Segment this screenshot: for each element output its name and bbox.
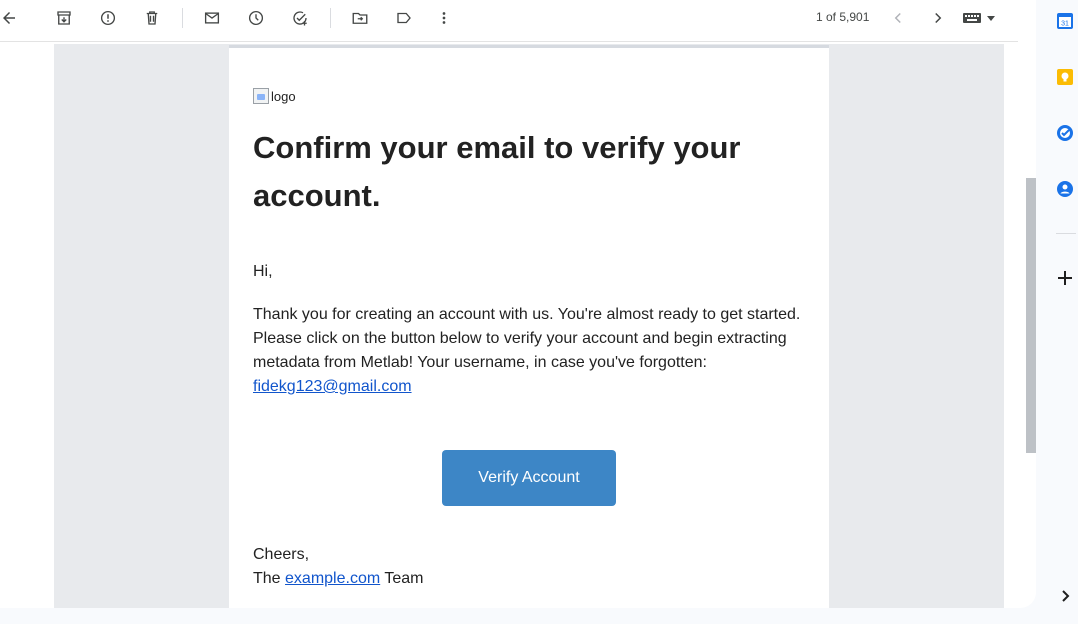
- calendar-day: 31: [1061, 21, 1069, 28]
- email-signoff: Cheers, The example.com Team: [253, 543, 423, 591]
- side-panel-divider: [1056, 233, 1076, 234]
- contacts-icon[interactable]: [1056, 180, 1074, 198]
- team-suffix: Team: [384, 570, 424, 587]
- more-vert-icon[interactable]: [431, 5, 457, 31]
- team-line: The example.com Team: [253, 567, 423, 591]
- tasks-icon[interactable]: [1056, 124, 1074, 142]
- logo-alt-text: logo: [271, 88, 296, 104]
- chevron-right-icon[interactable]: [925, 5, 951, 31]
- toolbar-divider: [182, 8, 183, 28]
- pagination-count: 1 of 5,901: [816, 10, 870, 24]
- keyboard-icon: [963, 13, 981, 23]
- dropdown-arrow-icon: [987, 16, 995, 21]
- move-to-icon[interactable]: [347, 5, 373, 31]
- expand-panel-icon[interactable]: [1056, 587, 1074, 605]
- archive-icon[interactable]: [51, 5, 77, 31]
- main-panel: 1 of 5,901 logo Confirm your email to ve…: [0, 0, 1036, 608]
- email-content-card: logo Confirm your email to verify your a…: [229, 45, 829, 608]
- snooze-icon[interactable]: [243, 5, 269, 31]
- side-panel: 31: [1048, 0, 1078, 624]
- team-website-link[interactable]: example.com: [285, 570, 380, 587]
- mark-unread-icon[interactable]: [199, 5, 225, 31]
- chevron-left-icon[interactable]: [885, 5, 911, 31]
- delete-icon[interactable]: [139, 5, 165, 31]
- back-arrow-icon[interactable]: [0, 5, 22, 31]
- email-headline: Confirm your email to verify your accoun…: [253, 130, 741, 213]
- report-spam-icon[interactable]: [95, 5, 121, 31]
- scrollbar-thumb[interactable]: [1026, 178, 1036, 453]
- username-link[interactable]: fidekg123@gmail.com: [253, 378, 412, 395]
- logo-image: logo: [253, 88, 296, 104]
- message-toolbar: 1 of 5,901: [0, 0, 1018, 42]
- add-to-tasks-icon[interactable]: [287, 5, 313, 31]
- team-prefix: The: [253, 570, 281, 587]
- signoff-line: Cheers,: [253, 546, 310, 563]
- toolbar-divider: [330, 8, 331, 28]
- add-icon[interactable]: [1056, 269, 1074, 287]
- input-tools-button[interactable]: [962, 7, 1002, 29]
- email-body-paragraph: Thank you for creating an account with u…: [253, 306, 801, 371]
- label-icon[interactable]: [391, 5, 417, 31]
- verify-account-button[interactable]: Verify Account: [442, 450, 616, 506]
- calendar-icon[interactable]: 31: [1056, 12, 1074, 30]
- email-greeting: Hi,: [253, 263, 273, 280]
- keep-icon[interactable]: [1056, 68, 1074, 86]
- broken-image-icon: [253, 88, 269, 104]
- email-body-text: Thank you for creating an account with u…: [253, 303, 813, 399]
